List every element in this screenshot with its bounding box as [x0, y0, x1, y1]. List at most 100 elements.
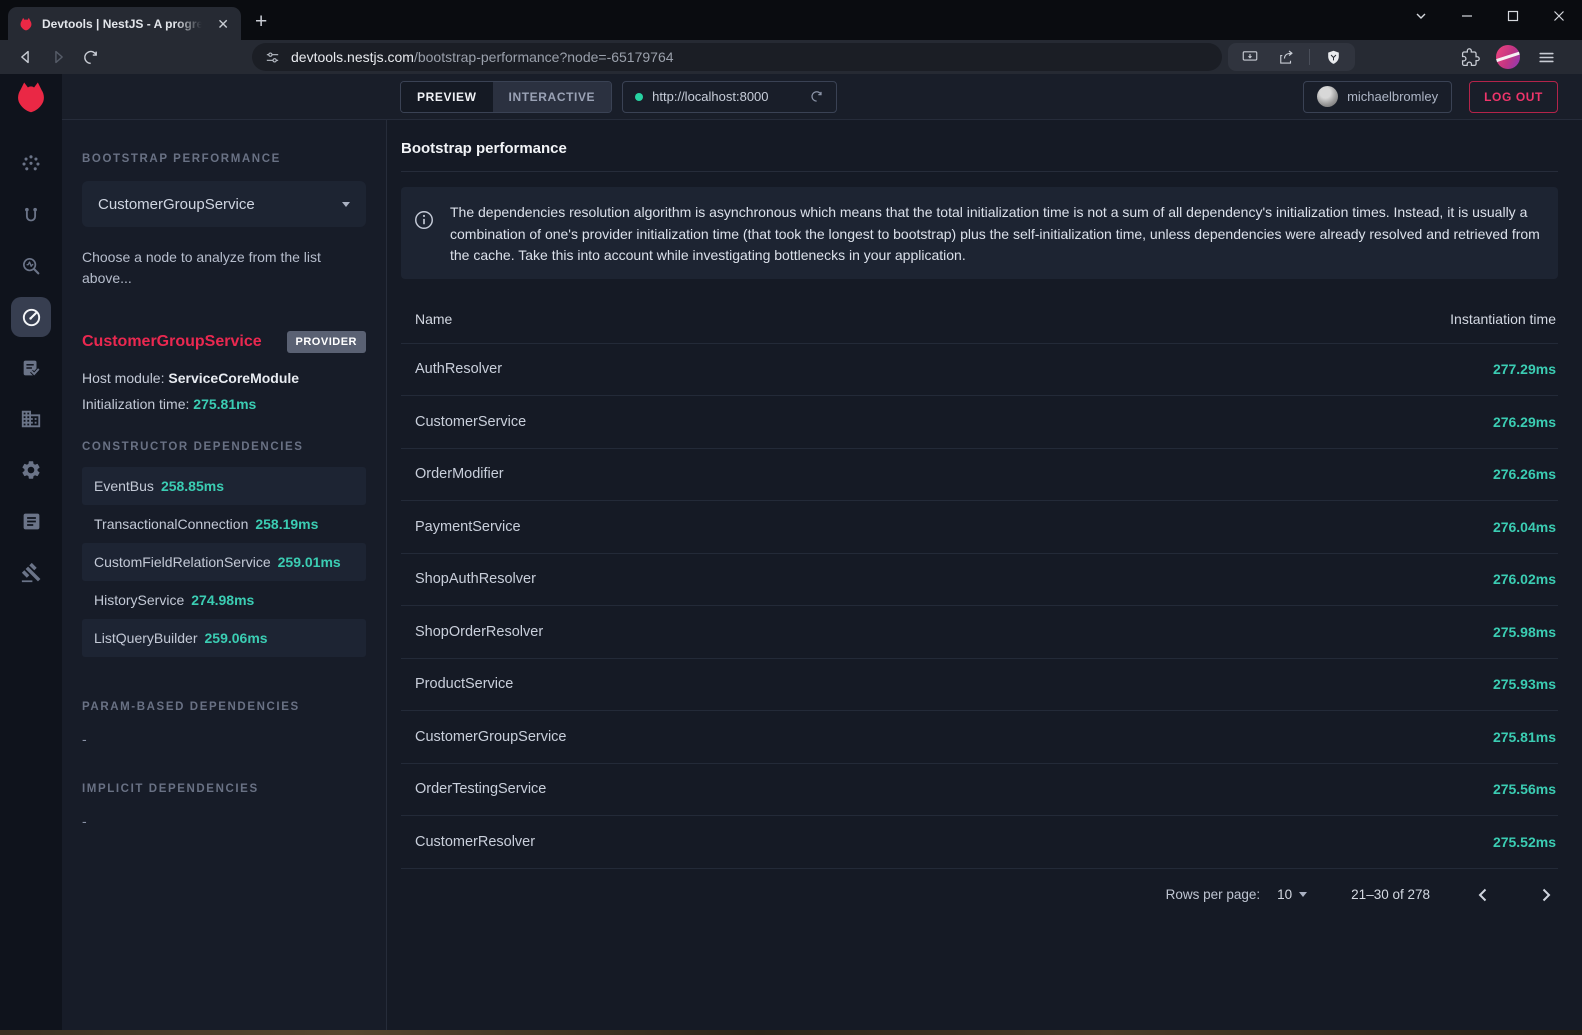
tab-close-icon[interactable]: ✕ [213, 15, 233, 33]
sidebar-item-routes[interactable] [11, 195, 51, 235]
devtools-app: PREVIEW INTERACTIVE http://localhost:800… [0, 74, 1582, 1030]
sidebar-item-gavel[interactable] [11, 552, 51, 592]
node-select[interactable]: CustomerGroupService [82, 181, 366, 227]
dependency-item[interactable]: EventBus 258.85ms [82, 467, 366, 505]
pagination: Rows per page: 10 21–30 of 278 [401, 883, 1558, 907]
logout-button[interactable]: LOG OUT [1469, 81, 1558, 113]
table-row[interactable]: AuthResolver 277.29ms [401, 344, 1558, 397]
site-controls-icon[interactable] [264, 49, 281, 66]
row-time: 276.02ms [1493, 571, 1556, 587]
init-time-line: Initialization time: 275.81ms [82, 396, 366, 412]
sidebar-item-document[interactable] [11, 501, 51, 541]
minimize-button[interactable] [1444, 0, 1490, 32]
host-module-line: Host module: ServiceCoreModule [82, 370, 366, 386]
table-header: Name Instantiation time [401, 296, 1558, 344]
row-time: 275.52ms [1493, 834, 1556, 850]
info-icon [413, 209, 435, 231]
sidebar-item-nodes-graph[interactable] [11, 144, 51, 184]
reload-button[interactable] [77, 44, 103, 70]
row-name: CustomerResolver [415, 834, 1493, 850]
table-row[interactable]: OrderTestingService 275.56ms [401, 764, 1558, 817]
column-instantiation-time: Instantiation time [1450, 311, 1556, 327]
sidebar-item-settings[interactable] [11, 450, 51, 490]
rows-per-page-label: Rows per page: [1166, 887, 1261, 902]
mode-switch: PREVIEW INTERACTIVE [400, 81, 612, 113]
dependency-name: HistoryService [94, 592, 184, 608]
rows-per-page-select[interactable]: 10 [1277, 887, 1307, 902]
dependency-item[interactable]: ListQueryBuilder 259.06ms [82, 619, 366, 657]
extensions-icon[interactable] [1457, 44, 1483, 70]
maximize-button[interactable] [1490, 0, 1536, 32]
param-deps-title: PARAM-BASED DEPENDENCIES [82, 701, 366, 713]
table-row[interactable]: PaymentService 276.04ms [401, 501, 1558, 554]
settings-icon [20, 459, 42, 481]
row-name: ShopOrderResolver [415, 624, 1493, 640]
url-text[interactable]: devtools.nestjs.com/bootstrap-performanc… [291, 49, 674, 65]
icon-sidebar [0, 120, 62, 1030]
brave-shield-icon[interactable] [1320, 44, 1346, 70]
row-time: 276.04ms [1493, 519, 1556, 535]
row-name: OrderTestingService [415, 781, 1493, 797]
document-icon [21, 511, 42, 532]
sidebar-item-bootstrap-performance[interactable] [11, 297, 51, 337]
table-row[interactable]: OrderModifier 276.26ms [401, 449, 1558, 502]
helper-text: Choose a node to analyze from the list a… [82, 247, 332, 289]
preview-tab[interactable]: PREVIEW [401, 82, 493, 112]
target-url: http://localhost:8000 [652, 89, 800, 104]
row-time: 275.56ms [1493, 781, 1556, 797]
url-bar[interactable]: devtools.nestjs.com/bootstrap-performanc… [252, 43, 1222, 71]
dependency-name: EventBus [94, 478, 154, 494]
reading-mode-icon[interactable] [1237, 44, 1263, 70]
row-name: PaymentService [415, 519, 1493, 535]
inspect-icon [20, 255, 42, 277]
table-body: AuthResolver 277.29ms CustomerService 27… [401, 344, 1558, 869]
url-domain: devtools.nestjs.com [291, 49, 414, 65]
close-button[interactable] [1536, 0, 1582, 32]
online-status-dot [635, 93, 643, 101]
dependency-item[interactable]: TransactionalConnection 258.19ms [82, 505, 366, 543]
share-icon[interactable] [1273, 44, 1299, 70]
menu-icon[interactable] [1533, 44, 1559, 70]
table-row[interactable]: CustomerResolver 275.52ms [401, 816, 1558, 869]
table-row[interactable]: ShopAuthResolver 276.02ms [401, 554, 1558, 607]
dependency-name: TransactionalConnection [94, 516, 248, 532]
sidebar-item-inspect[interactable] [11, 246, 51, 286]
gavel-icon [21, 562, 42, 583]
table-row[interactable]: ShopOrderResolver 275.98ms [401, 606, 1558, 659]
table-row[interactable]: ProductService 275.93ms [401, 659, 1558, 712]
row-name: AuthResolver [415, 361, 1493, 377]
page-title: Bootstrap performance [401, 140, 1558, 157]
dependency-item[interactable]: HistoryService 274.98ms [82, 581, 366, 619]
sidebar-item-checklist[interactable] [11, 348, 51, 388]
back-button[interactable] [13, 44, 39, 70]
selected-node-name: CustomerGroupService [82, 333, 287, 351]
param-deps-empty: - [82, 731, 366, 747]
target-url-box[interactable]: http://localhost:8000 [622, 81, 837, 113]
table-row[interactable]: CustomerService 276.29ms [401, 396, 1558, 449]
row-time: 276.26ms [1493, 466, 1556, 482]
sidebar-item-organization[interactable] [11, 399, 51, 439]
new-tab-button[interactable]: + [255, 10, 267, 34]
user-chip[interactable]: michaelbromley [1303, 81, 1452, 113]
host-module-value: ServiceCoreModule [168, 370, 299, 386]
table-row[interactable]: CustomerGroupService 275.81ms [401, 711, 1558, 764]
url-path: /bootstrap-performance?node=-65179764 [414, 49, 674, 65]
tab-title: Devtools | NestJS - A progressive [42, 17, 205, 31]
routes-icon [20, 204, 42, 226]
browser-profile-avatar[interactable] [1496, 45, 1520, 69]
tab-search-chevron-icon[interactable] [1398, 0, 1444, 32]
chevron-down-icon [1299, 892, 1307, 897]
previous-page-button[interactable] [1470, 883, 1494, 907]
constructor-deps-list: EventBus 258.85ms TransactionalConnectio… [82, 467, 366, 657]
next-page-button[interactable] [1534, 883, 1558, 907]
organization-icon [20, 408, 42, 430]
dependency-time: 259.01ms [278, 554, 341, 570]
refresh-icon[interactable] [809, 89, 824, 104]
forward-button[interactable] [45, 44, 71, 70]
row-time: 277.29ms [1493, 361, 1556, 377]
nestjs-logo [0, 74, 62, 120]
info-banner: The dependencies resolution algorithm is… [401, 187, 1558, 279]
interactive-tab[interactable]: INTERACTIVE [493, 82, 612, 112]
dependency-item[interactable]: CustomFieldRelationService 259.01ms [82, 543, 366, 581]
browser-tab[interactable]: Devtools | NestJS - A progressive ✕ [8, 7, 241, 40]
